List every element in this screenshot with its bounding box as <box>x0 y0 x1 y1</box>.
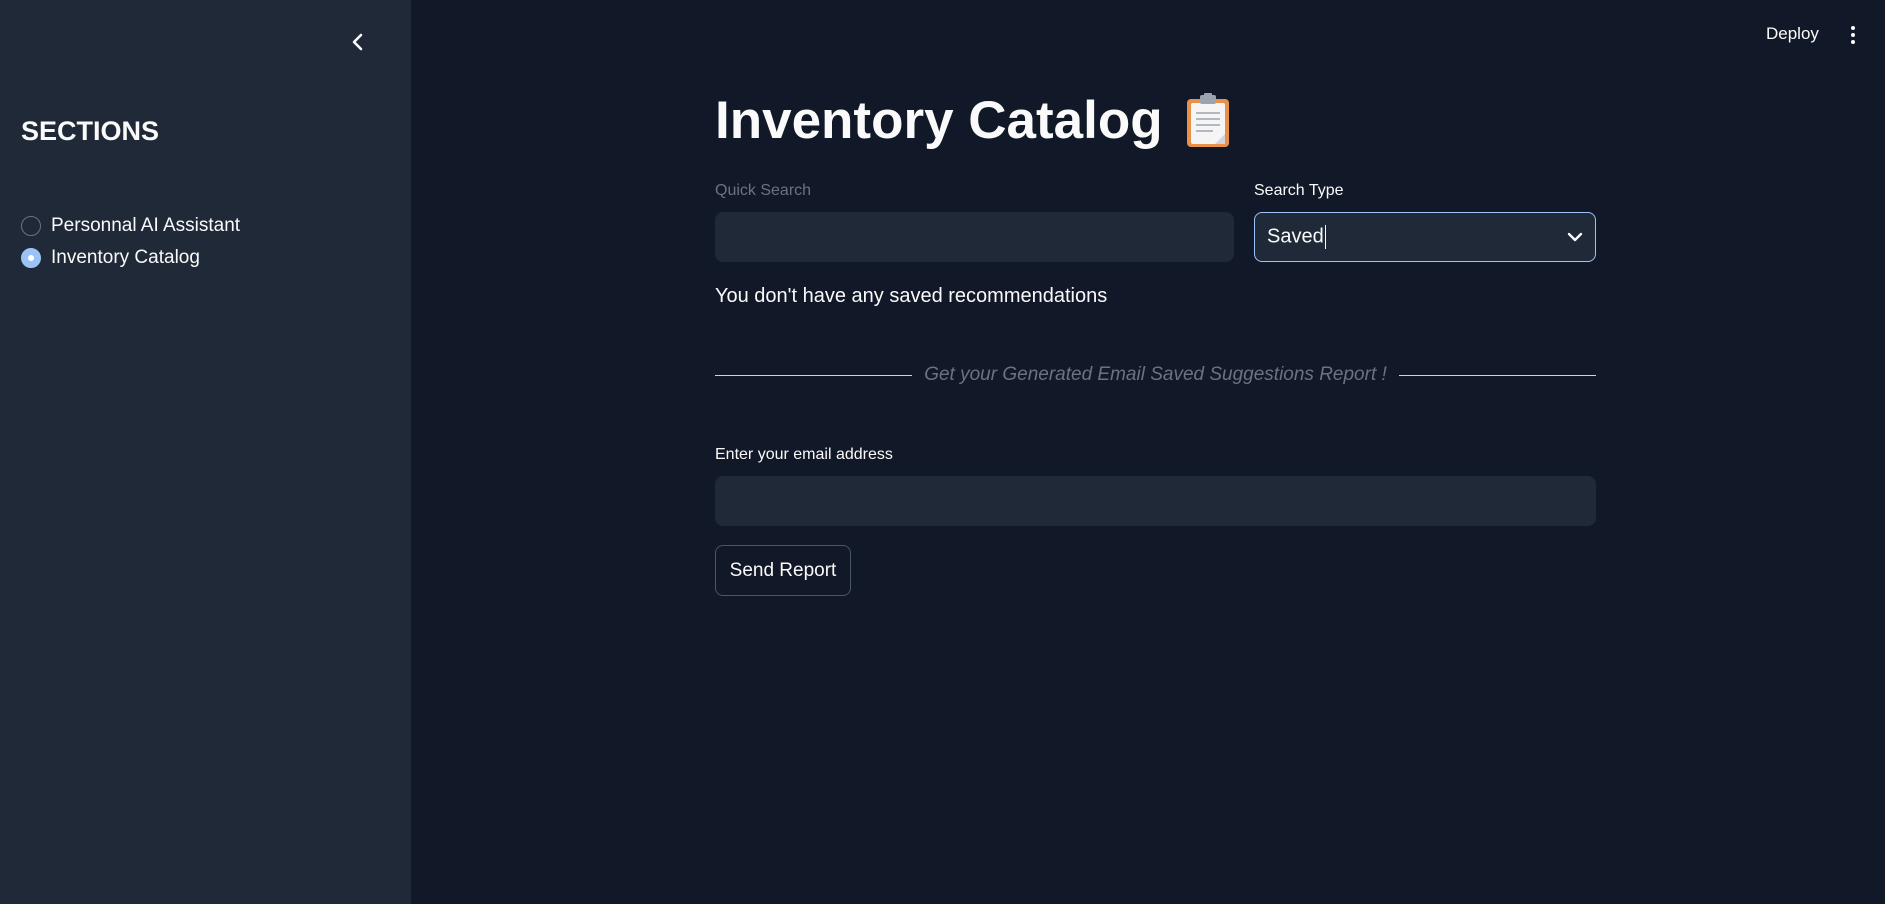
search-type-select[interactable]: Saved <box>1254 212 1596 262</box>
divider-line-left <box>715 374 913 376</box>
radio-label: Personnal AI Assistant <box>51 215 241 236</box>
section-divider: Get your Generated Email Saved Suggestio… <box>715 362 1596 388</box>
chevron-down-icon <box>1567 232 1583 242</box>
radio-option-inventory-catalog[interactable]: Inventory Catalog <box>21 242 240 274</box>
radio-button[interactable] <box>21 216 41 236</box>
more-vertical-icon <box>1851 26 1855 30</box>
text-cursor <box>1324 225 1326 249</box>
quick-search-label: Quick Search <box>715 182 812 199</box>
page-title: Inventory Catalog <box>715 90 1231 151</box>
info-message: You don't have any saved recommendations <box>715 285 1108 307</box>
page-title-text: Inventory Catalog <box>715 91 1163 150</box>
main-menu-button[interactable] <box>1842 22 1864 48</box>
radio-label: Inventory Catalog <box>51 247 200 268</box>
sidebar: SECTIONS Personnal AI Assistant Inventor… <box>0 0 411 904</box>
clipboard-icon <box>1186 92 1229 147</box>
email-label: Enter your email address <box>715 446 893 463</box>
app-root: SECTIONS Personnal AI Assistant Inventor… <box>0 0 1885 904</box>
chevron-left-icon <box>352 33 363 51</box>
radio-button-selected[interactable] <box>21 248 41 268</box>
search-type-value: Saved <box>1267 225 1326 249</box>
send-report-button[interactable]: Send Report <box>715 545 851 596</box>
divider-text: Get your Generated Email Saved Suggestio… <box>924 364 1387 385</box>
sections-radio-group: Personnal AI Assistant Inventory Catalog <box>21 210 240 274</box>
quick-search-input[interactable] <box>715 212 1234 262</box>
search-type-label: Search Type <box>1254 182 1344 199</box>
divider-line-right <box>1398 374 1596 376</box>
email-input[interactable] <box>715 476 1596 526</box>
radio-option-personnal-ai-assistant[interactable]: Personnal AI Assistant <box>21 210 240 242</box>
sidebar-collapse-button[interactable] <box>342 26 374 58</box>
deploy-button[interactable]: Deploy <box>1760 22 1825 46</box>
sidebar-title: SECTIONS <box>21 116 160 146</box>
